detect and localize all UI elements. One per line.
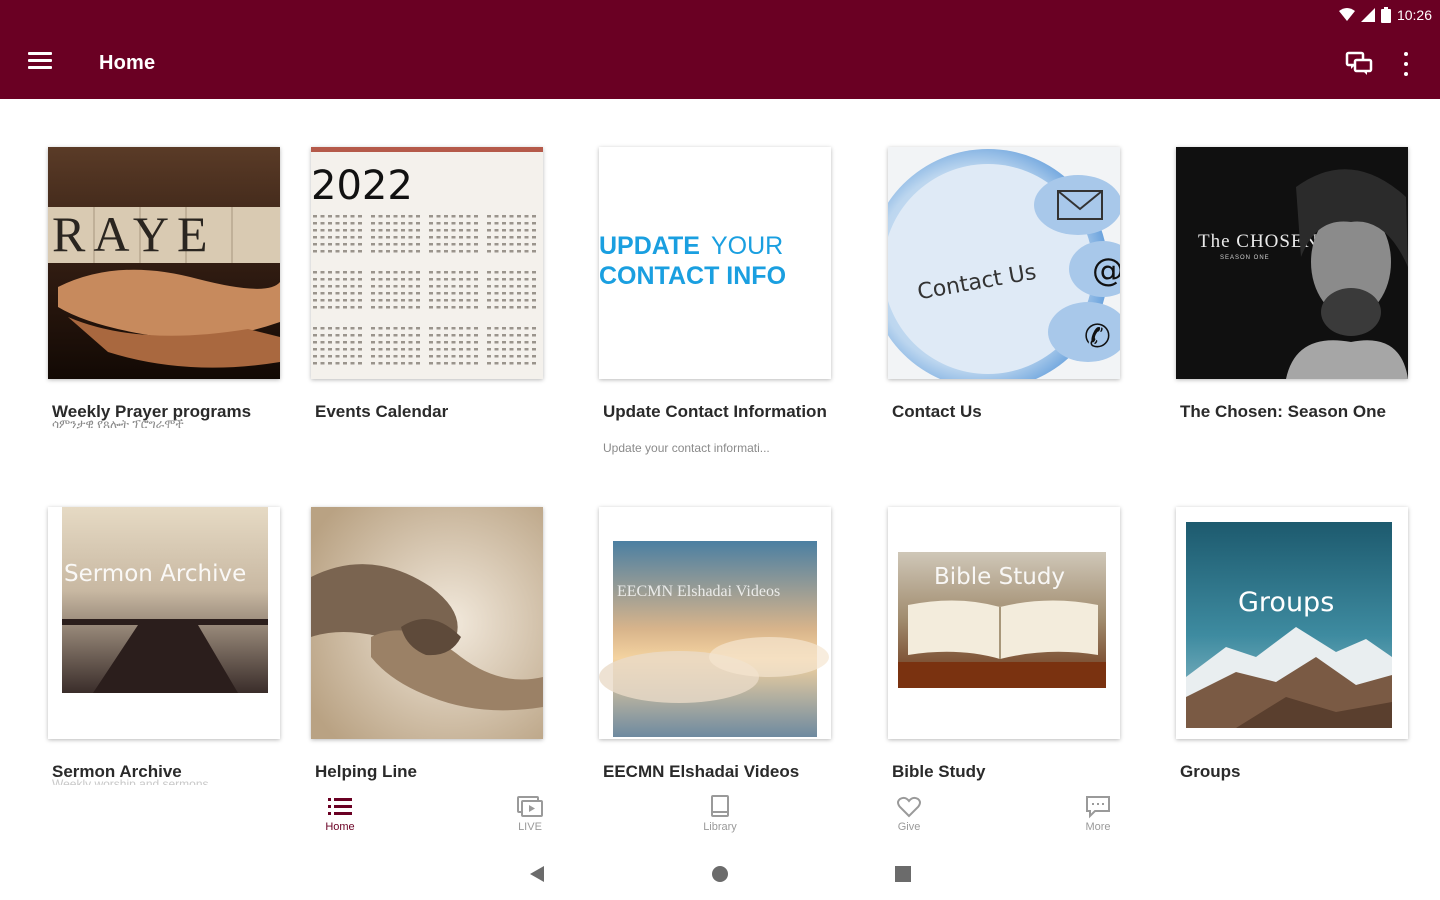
update-contact-image: UPDATE YOUR CONTACT INFO [599,147,831,379]
groups-image: Groups [1176,507,1408,739]
nav-label: Library [703,821,737,833]
back-icon[interactable] [528,865,546,888]
heart-icon [869,793,949,821]
nav-live[interactable]: LIVE [490,793,570,833]
calendar-year: 2022 [311,163,413,209]
tile-subtitle: Update your contact informati... [603,441,770,455]
elshadai-videos-image: EECMN Elshadai Videos [599,507,831,739]
nav-label: More [1085,821,1111,833]
menu-icon[interactable] [28,52,52,72]
nav-label: LIVE [518,821,542,833]
wifi-icon [1338,8,1355,22]
bible-study-image: Bible Study [888,507,1120,739]
nav-label: Home [325,821,355,833]
bottom-navigation: Home LIVE Library Give More [0,785,1440,845]
svg-text:YOUR: YOUR [711,232,783,260]
tile-title: Events Calendar [315,402,449,421]
svg-text:SEASON ONE: SEASON ONE [1220,255,1270,261]
book-icon [680,793,760,821]
status-time: 10:26 [1396,7,1432,23]
svg-text:UPDATE: UPDATE [599,232,700,260]
sermon-archive-image: Sermon Archive [48,507,280,739]
recents-square-icon[interactable] [894,865,912,888]
tile-title: Groups [1180,762,1241,781]
nav-label: Give [897,821,921,833]
overflow-menu-icon[interactable] [1398,52,1414,76]
tile-subtitle: ሳምንታዊ የጸሎት ፕሮግራሞች [52,417,184,431]
tile-title: EECMN Elshadai Videos [603,762,800,781]
app-bar: 10:26 Home [0,0,1440,99]
contact-us-image: Contact Us @ ✆ [888,147,1120,379]
nav-home[interactable]: Home [300,793,380,833]
nav-give[interactable]: Give [869,793,949,833]
svg-text:Sermon Archive: Sermon Archive [64,561,246,587]
nav-library[interactable]: Library [680,793,760,833]
svg-text:Groups: Groups [1238,587,1334,618]
calendar-image: 2022 [311,147,543,379]
prayer-image-text: RAYE [52,206,216,262]
tile-title: Update Contact Information [603,402,827,421]
tile-title: Bible Study [892,762,986,781]
svg-text:✆: ✆ [1084,317,1111,355]
svg-text:Bible Study: Bible Study [934,564,1065,590]
home-circle-icon[interactable] [711,865,729,888]
chat-bubble-icon [1058,793,1138,821]
the-chosen-image: The CHOSEN SEASON ONE [1176,147,1408,379]
battery-icon [1380,7,1391,23]
svg-text:EECMN Elshadai Videos: EECMN Elshadai Videos [617,583,780,600]
svg-text:CONTACT INFO: CONTACT INFO [599,262,786,290]
signal-icon [1360,8,1375,22]
helping-hands-image [311,507,543,739]
tile-subtitle: Weekly worship and sermons [52,777,209,785]
live-video-icon [490,793,570,821]
tile-title: The Chosen: Season One [1180,402,1386,421]
page-title: Home [99,52,156,74]
svg-text:@: @ [1092,251,1120,289]
system-navigation [0,850,1440,900]
nav-more[interactable]: More [1058,793,1138,833]
tile-title: Helping Line [315,762,417,781]
chat-icon[interactable] [1345,51,1373,77]
list-icon [300,793,380,821]
prayer-image: RAYE [48,147,280,379]
tile-title: Contact Us [892,402,982,421]
status-bar: 10:26 [1338,6,1432,24]
